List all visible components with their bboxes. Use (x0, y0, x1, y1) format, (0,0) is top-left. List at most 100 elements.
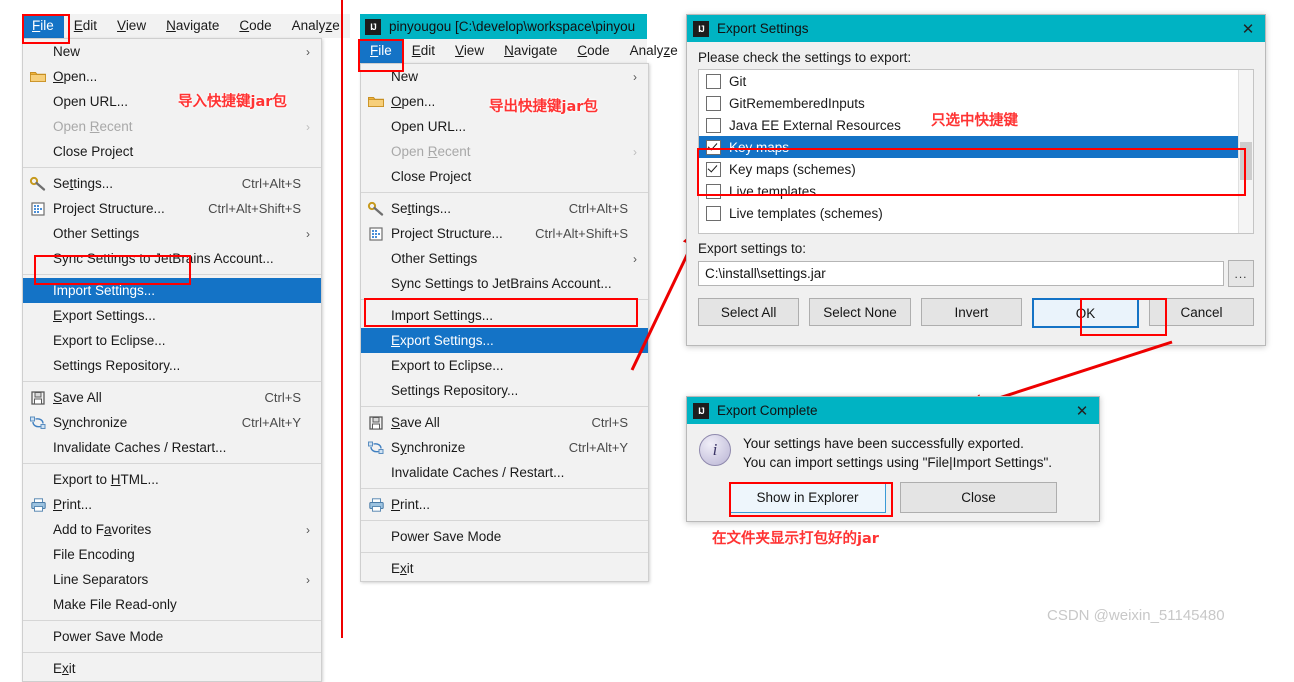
left-menu-item-export-to-eclipse[interactable]: Export to Eclipse... (23, 328, 321, 353)
print-icon (23, 496, 53, 514)
complete-message-line1: Your settings have been successfully exp… (743, 436, 1024, 451)
middle-menu-item-save-all[interactable]: Save All Ctrl+S (361, 410, 648, 435)
middle-menu-item-settings-repository[interactable]: Settings Repository... (361, 378, 648, 403)
annotation-show-jar: 在文件夹显示打包好的jar (712, 531, 879, 547)
no-icon (361, 143, 391, 161)
export-item-live-templates-schemes[interactable]: Live templates (schemes) (699, 202, 1253, 224)
left-menu-item-print[interactable]: Print... (23, 492, 321, 517)
chevron-right-icon: › (306, 226, 310, 241)
middle-menu-item-project-structure[interactable]: Project Structure... Ctrl+Alt+Shift+S (361, 221, 648, 246)
checkbox-icon[interactable] (706, 117, 721, 133)
export-path-label: Export settings to: (698, 241, 807, 256)
left-menu-item-other-settings[interactable]: Other Settings › (23, 221, 321, 246)
left-menu-item-add-to-favorites[interactable]: Add to Favorites › (23, 517, 321, 542)
export-path-input[interactable]: C:\install\settings.jar (698, 261, 1224, 286)
middle-menu-item-synchronize[interactable]: Synchronize Ctrl+Alt+Y (361, 435, 648, 460)
middle-menu-item-invalidate-caches-restart[interactable]: Invalidate Caches / Restart... (361, 460, 648, 485)
button-close[interactable]: Close (900, 482, 1057, 513)
menu-separator (361, 520, 648, 521)
left-menubar[interactable]: File Edit View Navigate Code Analyze (22, 14, 350, 38)
no-icon (23, 628, 53, 646)
middle-menubar-analyze[interactable]: Analyze (620, 39, 688, 63)
highlight-box-file-middle (358, 39, 404, 72)
left-menu-item-export-to-html[interactable]: Export to HTML... (23, 467, 321, 492)
close-icon-complete[interactable]: ✕ (1065, 402, 1099, 420)
menu-item-label: Settings Repository... (53, 358, 181, 373)
highlight-box-keymaps (697, 148, 1246, 196)
left-menu-item-settings[interactable]: Settings... Ctrl+Alt+S (23, 171, 321, 196)
close-icon[interactable]: ✕ (1231, 20, 1265, 38)
chevron-right-icon: › (633, 144, 637, 159)
button-invert[interactable]: Invert (920, 298, 1022, 326)
left-menubar-analyze[interactable]: Analyze (282, 14, 350, 38)
checkbox-icon[interactable] (706, 73, 721, 89)
file-menu-import[interactable]: New › Open... Open URL... Open Recent › Close … (22, 38, 322, 682)
chevron-right-icon: › (306, 119, 310, 134)
highlight-box-ok (1080, 298, 1167, 336)
menu-item-label: Invalidate Caches / Restart... (53, 440, 227, 455)
left-menu-item-synchronize[interactable]: Synchronize Ctrl+Alt+Y (23, 410, 321, 435)
button-select-none[interactable]: Select None (809, 298, 911, 326)
left-menu-item-close-project[interactable]: Close Project (23, 139, 321, 164)
left-menu-item-open[interactable]: Open... (23, 64, 321, 89)
middle-menubar-code[interactable]: Code (567, 39, 619, 63)
chevron-right-icon: › (633, 69, 637, 84)
menu-item-label: Open Recent (391, 144, 471, 159)
middle-menu-item-print[interactable]: Print... (361, 492, 648, 517)
middle-menu-item-power-save-mode[interactable]: Power Save Mode (361, 524, 648, 549)
export-item-git[interactable]: Git (699, 70, 1253, 92)
middle-menubar-view[interactable]: View (445, 39, 494, 63)
middle-menubar-edit[interactable]: Edit (402, 39, 445, 63)
export-item-label: Git (729, 73, 747, 89)
middle-menubar-navigate[interactable]: Navigate (494, 39, 567, 63)
left-menu-item-invalidate-caches-restart[interactable]: Invalidate Caches / Restart... (23, 435, 321, 460)
left-menu-item-export-settings[interactable]: Export Settings... (23, 303, 321, 328)
no-icon (23, 521, 53, 539)
checkbox-icon[interactable] (706, 205, 721, 221)
middle-menu-item-sync-settings-to-jetbrains-account[interactable]: Sync Settings to JetBrains Account... (361, 271, 648, 296)
chevron-right-icon: › (306, 522, 310, 537)
middle-menu-item-new[interactable]: New › (361, 64, 648, 89)
left-menubar-navigate[interactable]: Navigate (156, 14, 229, 38)
menu-item-label: Invalidate Caches / Restart... (391, 465, 565, 480)
save-icon (23, 389, 53, 407)
middle-menu-item-export-to-eclipse[interactable]: Export to Eclipse... (361, 353, 648, 378)
chevron-right-icon: › (306, 572, 310, 587)
middle-menu-item-settings[interactable]: Settings... Ctrl+Alt+S (361, 196, 648, 221)
menu-item-label: Power Save Mode (391, 529, 502, 544)
middle-menu-item-other-settings[interactable]: Other Settings › (361, 246, 648, 271)
no-icon (23, 357, 53, 375)
left-menu-item-exit[interactable]: Exit (23, 656, 321, 681)
no-icon (23, 332, 53, 350)
left-menu-item-file-encoding[interactable]: File Encoding (23, 542, 321, 567)
button-select-all[interactable]: Select All (698, 298, 800, 326)
annotation-import-jar: 导入快捷键jar包 (178, 94, 287, 110)
left-menu-item-project-structure[interactable]: Project Structure... Ctrl+Alt+Shift+S (23, 196, 321, 221)
left-menu-item-make-file-read-only[interactable]: Make File Read-only (23, 592, 321, 617)
save-icon (361, 414, 391, 432)
left-menu-item-line-separators[interactable]: Line Separators › (23, 567, 321, 592)
middle-menu-item-open-url[interactable]: Open URL... (361, 114, 648, 139)
browse-button[interactable]: ... (1228, 260, 1254, 287)
left-menu-item-settings-repository[interactable]: Settings Repository... (23, 353, 321, 378)
menu-item-label: Exit (391, 561, 414, 576)
left-menubar-edit[interactable]: Edit (64, 14, 107, 38)
no-icon (23, 93, 53, 111)
menu-item-label: Export Settings... (53, 308, 156, 323)
menu-separator (361, 552, 648, 553)
left-menu-item-save-all[interactable]: Save All Ctrl+S (23, 385, 321, 410)
left-menubar-view[interactable]: View (107, 14, 156, 38)
menu-item-shortcut: Ctrl+Alt+S (568, 201, 628, 216)
menu-item-label: Export Settings... (391, 333, 494, 348)
middle-menu-item-exit[interactable]: Exit (361, 556, 648, 581)
annotation-select-keymaps: 只选中快捷键 (931, 113, 1018, 129)
no-icon (23, 596, 53, 614)
middle-menu-item-export-settings[interactable]: Export Settings... (361, 328, 648, 353)
structure-icon (361, 225, 391, 243)
left-menubar-code[interactable]: Code (229, 14, 281, 38)
checkbox-icon[interactable] (706, 95, 721, 111)
left-menu-item-power-save-mode[interactable]: Power Save Mode (23, 624, 321, 649)
menu-item-label: Export to Eclipse... (53, 333, 166, 348)
middle-menu-item-close-project[interactable]: Close Project (361, 164, 648, 189)
print-icon (361, 496, 391, 514)
